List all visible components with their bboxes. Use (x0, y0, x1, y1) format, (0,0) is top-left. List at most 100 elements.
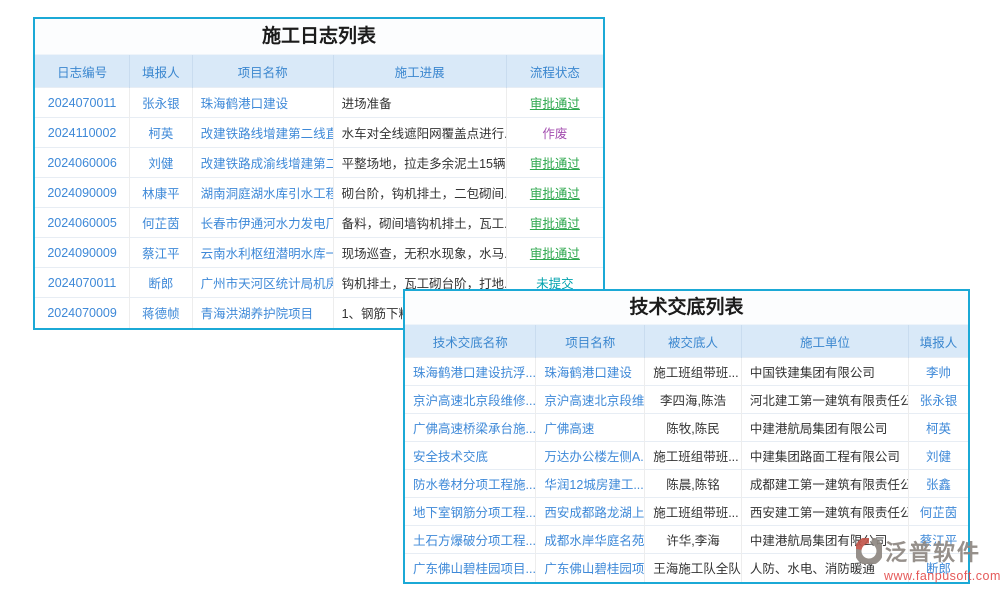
disclosure-name-cell[interactable]: 广佛高速桥梁承台施... (405, 414, 536, 442)
table-row: 2024070011张永银珠海鹤港口建设进场准备审批通过 (35, 88, 603, 118)
disclosure-unit-cell: 中建集团路面工程有限公司 (741, 442, 908, 470)
log-reporter-cell[interactable]: 林康平 (130, 178, 192, 208)
disclosure-name-cell[interactable]: 珠海鹤港口建设抗浮... (405, 358, 536, 386)
technical-disclosure-col-header: 技术交底名称 (405, 325, 536, 358)
screen: 施工日志列表 日志编号填报人项目名称施工进展流程状态 2024070011张永银… (0, 0, 1000, 600)
log-id-cell[interactable]: 2024070011 (35, 268, 130, 298)
table-row: 2024090009林康平湖南洞庭湖水库引水工程...砌台阶，钩机排土，二包砌间… (35, 178, 603, 208)
disclosure-project-cell[interactable]: 广佛高速 (536, 414, 645, 442)
disclosure-receiver-cell: 陈牧,陈民 (645, 414, 742, 442)
table-row: 2024060006刘健改建铁路成渝线增建第二...平整场地，拉走多余泥土15辆… (35, 148, 603, 178)
fanpu-brand-text: 泛普软件 (885, 542, 981, 564)
table-row: 京沪高速北京段维修...京沪高速北京段维修李四海,陈浩河北建工第一建筑有限责任公… (405, 386, 968, 414)
log-id-cell[interactable]: 2024060005 (35, 208, 130, 238)
disclosure-receiver-cell: 施工班组带班... (645, 358, 742, 386)
log-project-cell[interactable]: 青海洪湖养护院项目 (192, 298, 333, 328)
log-status-cell: 审批通过 (506, 178, 603, 208)
disclosure-unit-cell: 河北建工第一建筑有限责任公司 (741, 386, 908, 414)
log-status-cell: 审批通过 (506, 148, 603, 178)
fanpu-url-text: www.fanpusoft.com (856, 570, 1000, 583)
technical-disclosure-title: 技术交底列表 (405, 291, 968, 324)
disclosure-project-cell[interactable]: 珠海鹤港口建设 (536, 358, 645, 386)
disclosure-project-cell[interactable]: 成都水岸华庭名苑... (536, 526, 645, 554)
table-row: 安全技术交底万达办公楼左侧A...施工班组带班...中建集团路面工程有限公司刘健 (405, 442, 968, 470)
log-project-cell[interactable]: 云南水利枢纽潜明水库一... (192, 238, 333, 268)
disclosure-name-cell[interactable]: 广东佛山碧桂园项目... (405, 554, 536, 582)
disclosure-unit-cell: 中建港航局集团有限公司 (741, 414, 908, 442)
disclosure-reporter-cell[interactable]: 李帅 (909, 358, 968, 386)
disclosure-reporter-cell[interactable]: 刘健 (909, 442, 968, 470)
log-project-cell[interactable]: 改建铁路成渝线增建第二... (192, 148, 333, 178)
log-id-cell[interactable]: 2024090009 (35, 238, 130, 268)
disclosure-unit-cell: 西安建工第一建筑有限责任公司 (741, 498, 908, 526)
disclosure-receiver-cell: 许华,李海 (645, 526, 742, 554)
fanpu-logo-icon (856, 538, 882, 568)
disclosure-project-cell[interactable]: 西安成都路龙湖上... (536, 498, 645, 526)
log-reporter-cell[interactable]: 刘健 (130, 148, 192, 178)
log-id-cell[interactable]: 2024070009 (35, 298, 130, 328)
disclosure-name-cell[interactable]: 安全技术交底 (405, 442, 536, 470)
log-status-cell: 审批通过 (506, 208, 603, 238)
log-progress-cell: 砌台阶，钩机排土，二包砌间... (333, 178, 506, 208)
table-row: 2024110002柯英改建铁路线增建第二线直...水车对全线遮阳网覆盖点进行.… (35, 118, 603, 148)
table-row: 地下室钢筋分项工程...西安成都路龙湖上...施工班组带班...西安建工第一建筑… (405, 498, 968, 526)
disclosure-receiver-cell: 王海施工队全队 (645, 554, 742, 582)
disclosure-reporter-cell[interactable]: 何芷茵 (909, 498, 968, 526)
disclosure-receiver-cell: 施工班组带班... (645, 442, 742, 470)
construction-log-panel: 施工日志列表 日志编号填报人项目名称施工进展流程状态 2024070011张永银… (33, 17, 605, 330)
construction-log-title: 施工日志列表 (35, 19, 603, 54)
technical-disclosure-header-row: 技术交底名称项目名称被交底人施工单位填报人 (405, 325, 968, 358)
log-project-cell[interactable]: 改建铁路线增建第二线直... (192, 118, 333, 148)
disclosure-project-cell[interactable]: 万达办公楼左侧A... (536, 442, 645, 470)
construction-log-col-header: 日志编号 (35, 55, 130, 88)
construction-log-col-header: 填报人 (130, 55, 192, 88)
technical-disclosure-col-header: 项目名称 (536, 325, 645, 358)
disclosure-name-cell[interactable]: 防水卷材分项工程施... (405, 470, 536, 498)
disclosure-name-cell[interactable]: 地下室钢筋分项工程... (405, 498, 536, 526)
disclosure-name-cell[interactable]: 京沪高速北京段维修... (405, 386, 536, 414)
disclosure-reporter-cell[interactable]: 柯英 (909, 414, 968, 442)
disclosure-reporter-cell[interactable]: 张永银 (909, 386, 968, 414)
table-row: 2024090009蔡江平云南水利枢纽潜明水库一...现场巡查，无积水现象，水马… (35, 238, 603, 268)
technical-disclosure-col-header: 被交底人 (645, 325, 742, 358)
technical-disclosure-col-header: 填报人 (909, 325, 968, 358)
fanpu-watermark: 泛普软件 www.fanpusoft.com (856, 538, 1000, 583)
log-reporter-cell[interactable]: 断郎 (130, 268, 192, 298)
disclosure-name-cell[interactable]: 土石方爆破分项工程... (405, 526, 536, 554)
log-id-cell[interactable]: 2024060006 (35, 148, 130, 178)
log-reporter-cell[interactable]: 何芷茵 (130, 208, 192, 238)
disclosure-receiver-cell: 陈晨,陈铭 (645, 470, 742, 498)
construction-log-header-row: 日志编号填报人项目名称施工进展流程状态 (35, 55, 603, 88)
disclosure-project-cell[interactable]: 广东佛山碧桂园项目 (536, 554, 645, 582)
log-status-cell: 审批通过 (506, 88, 603, 118)
disclosure-project-cell[interactable]: 京沪高速北京段维修 (536, 386, 645, 414)
log-progress-cell: 现场巡查，无积水现象，水马... (333, 238, 506, 268)
table-row: 防水卷材分项工程施...华润12城房建工...陈晨,陈铭成都建工第一建筑有限责任… (405, 470, 968, 498)
construction-log-col-header: 项目名称 (192, 55, 333, 88)
log-progress-cell: 平整场地，拉走多余泥土15辆... (333, 148, 506, 178)
disclosure-receiver-cell: 李四海,陈浩 (645, 386, 742, 414)
log-id-cell[interactable]: 2024110002 (35, 118, 130, 148)
log-project-cell[interactable]: 湖南洞庭湖水库引水工程... (192, 178, 333, 208)
log-reporter-cell[interactable]: 张永银 (130, 88, 192, 118)
log-reporter-cell[interactable]: 蔡江平 (130, 238, 192, 268)
log-reporter-cell[interactable]: 蒋德帧 (130, 298, 192, 328)
log-project-cell[interactable]: 珠海鹤港口建设 (192, 88, 333, 118)
construction-log-col-header: 流程状态 (506, 55, 603, 88)
construction-log-table: 日志编号填报人项目名称施工进展流程状态 2024070011张永银珠海鹤港口建设… (35, 54, 603, 328)
disclosure-unit-cell: 成都建工第一建筑有限责任公司 (741, 470, 908, 498)
log-reporter-cell[interactable]: 柯英 (130, 118, 192, 148)
log-id-cell[interactable]: 2024070011 (35, 88, 130, 118)
disclosure-project-cell[interactable]: 华润12城房建工... (536, 470, 645, 498)
log-project-cell[interactable]: 广州市天河区统计局机房... (192, 268, 333, 298)
log-project-cell[interactable]: 长春市伊通河水力发电厂... (192, 208, 333, 238)
table-row: 广佛高速桥梁承台施...广佛高速陈牧,陈民中建港航局集团有限公司柯英 (405, 414, 968, 442)
disclosure-reporter-cell[interactable]: 张鑫 (909, 470, 968, 498)
technical-disclosure-col-header: 施工单位 (741, 325, 908, 358)
log-id-cell[interactable]: 2024090009 (35, 178, 130, 208)
disclosure-unit-cell: 中国铁建集团有限公司 (741, 358, 908, 386)
table-row: 珠海鹤港口建设抗浮...珠海鹤港口建设施工班组带班...中国铁建集团有限公司李帅 (405, 358, 968, 386)
table-row: 2024060005何芷茵长春市伊通河水力发电厂...备料，砌间墙钩机排土，瓦工… (35, 208, 603, 238)
log-progress-cell: 水车对全线遮阳网覆盖点进行... (333, 118, 506, 148)
log-progress-cell: 备料，砌间墙钩机排土，瓦工... (333, 208, 506, 238)
